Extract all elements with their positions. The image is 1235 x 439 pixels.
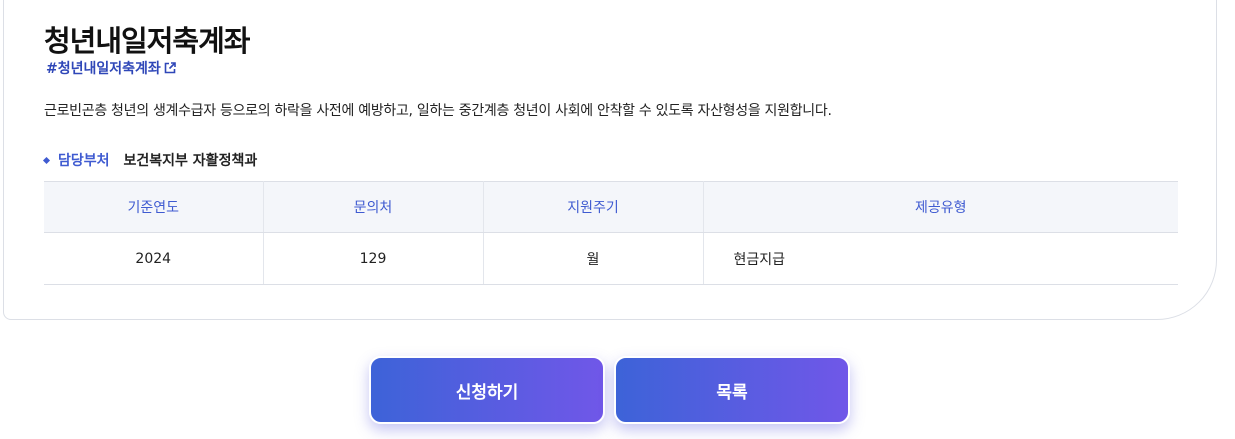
apply-button[interactable]: 신청하기 (369, 356, 605, 424)
external-link-icon (164, 62, 176, 74)
page-title: 청년내일저축계좌 (44, 24, 250, 58)
department-label: 담당부처 (58, 153, 110, 169)
list-button[interactable]: 목록 (614, 356, 850, 424)
cell-contact: 129 (263, 232, 484, 285)
header-base-year: 기준연도 (44, 181, 264, 233)
table-row: 2024 129 월 현금지급 (44, 232, 1178, 285)
department-row: 담당부처 보건복지부 자활정책과 (42, 150, 258, 170)
header-provision-type: 제공유형 (703, 181, 1178, 233)
program-description: 근로빈곤층 청년의 생계수급자 등으로의 하락을 사전에 예방하고, 일하는 중… (44, 103, 832, 119)
table-header-row: 기준연도 문의처 지원주기 제공유형 (44, 181, 1178, 233)
header-support-cycle: 지원주기 (483, 181, 704, 233)
department-value: 보건복지부 자활정책과 (123, 153, 258, 169)
cell-provision-type: 현금지급 (703, 232, 1178, 285)
hashtag-label: #청년내일저축계좌 (46, 61, 161, 77)
cell-support-cycle: 월 (483, 232, 704, 285)
cell-base-year: 2024 (44, 232, 264, 285)
hashtag-link[interactable]: #청년내일저축계좌 (46, 58, 176, 78)
diamond-bullet-icon (42, 156, 51, 164)
header-contact: 문의처 (263, 181, 484, 233)
program-info-table: 기준연도 문의처 지원주기 제공유형 2024 129 월 현금지급 (44, 181, 1178, 285)
